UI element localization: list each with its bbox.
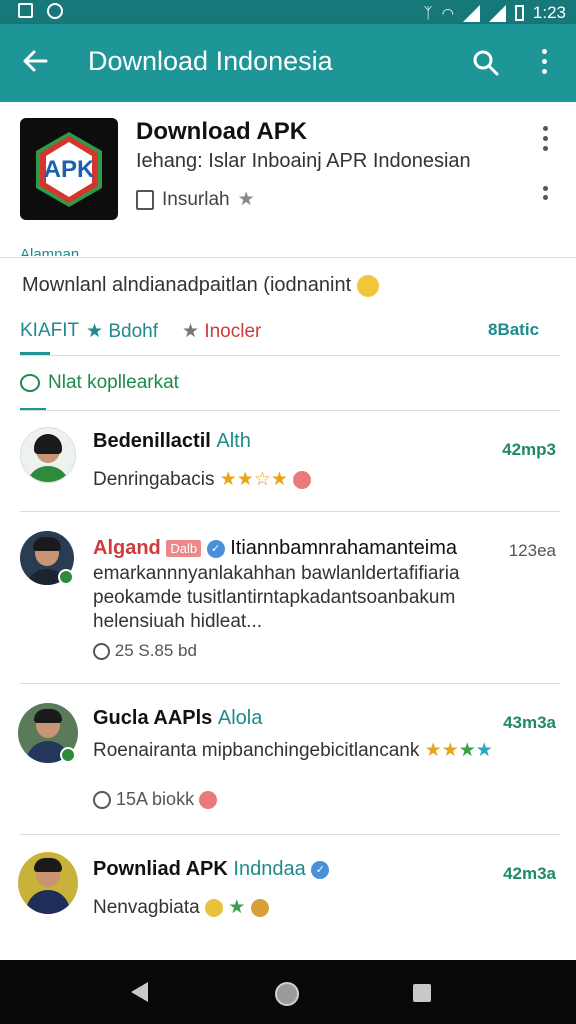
- tab-second[interactable]: ★ Bdohf: [86, 320, 158, 343]
- search-icon[interactable]: [472, 49, 500, 77]
- app-name: Download APK: [136, 118, 308, 145]
- emoji-icon: [204, 898, 223, 917]
- app-meta-text: Insurlah: [162, 188, 230, 210]
- emoji-icon: [293, 470, 312, 489]
- item-time: 43m3a: [503, 713, 556, 732]
- list-item[interactable]: Bedenillactil Alth 42mp3 Denringabacis ★…: [0, 410, 576, 510]
- online-indicator: [58, 569, 74, 585]
- back-arrow-icon[interactable]: [20, 46, 50, 76]
- signal-icon: [462, 4, 480, 22]
- star-icon: ★: [86, 321, 104, 342]
- nav-recents-icon[interactable]: [413, 984, 431, 1002]
- item-name: Algand Dalb ✓ Itiannbamnrahamanteima: [93, 537, 458, 559]
- overflow-menu-icon[interactable]: [536, 49, 552, 79]
- filter-label: Nlat kopllearkat: [48, 372, 179, 393]
- navigation-bar: [0, 960, 576, 1024]
- app-subtitle: Iehang: Islar Inboainj APR Indonesian: [136, 150, 471, 172]
- item-time: 42mp3: [502, 440, 556, 459]
- stars-icon: ★★★★: [424, 740, 493, 761]
- item-text-2: peokamde tusitlantirntapkadantsoanbakum: [93, 587, 456, 608]
- avatar: [18, 852, 78, 914]
- item-text: Denringabacis ★★☆★: [93, 468, 312, 491]
- section-label-cut: Alamnan: [20, 246, 80, 256]
- app-bar-title: Download Indonesia: [88, 46, 333, 76]
- item-time: 42m3a: [503, 864, 556, 883]
- stars-icon: ★★☆★: [219, 469, 288, 490]
- status-time: 1:23: [532, 3, 566, 22]
- item-text-1: emarkannnyanlakahhan bawlanldertafifiari…: [93, 563, 460, 584]
- verified-icon: ✓: [311, 860, 330, 879]
- emoji-icon-2: [250, 898, 269, 917]
- signal-icon-2: [488, 4, 506, 22]
- item-text-3: helensiuah hidleat...: [93, 611, 263, 632]
- item-meta: 25 S.85 bd: [93, 641, 197, 661]
- status-bar: ᛉ ◠ 1:23: [0, 0, 576, 24]
- item-text: Nenvagbiata ★: [93, 896, 269, 919]
- comment-icon: [93, 791, 111, 810]
- vibrate-icon: ᛉ: [423, 4, 433, 22]
- smile-emoji-icon: [356, 274, 379, 297]
- logo-text: APK: [43, 156, 95, 183]
- list-item[interactable]: Algand Dalb ✓ Itiannbamnrahamanteima 123…: [0, 511, 576, 683]
- nav-back-icon[interactable]: [131, 982, 148, 1002]
- header-more-icon[interactable]: [543, 126, 548, 151]
- app-header: APK Download APK Iehang: Islar Inboainj …: [0, 102, 576, 252]
- header-more-icon-2[interactable]: [543, 186, 548, 200]
- description: Mownlanl alndianadpaitlan (iodnanint: [22, 274, 379, 297]
- tab-right[interactable]: 8Batic: [488, 320, 539, 340]
- battery-icon: [514, 5, 524, 21]
- item-time: 123ea: [508, 541, 556, 560]
- online-indicator: [60, 747, 76, 763]
- app-bar: Download Indonesia: [0, 24, 576, 102]
- image-notification-icon: [18, 3, 33, 18]
- list-item[interactable]: Pownliad APK Indndaa ✓ 42m3a Nenvagbiata…: [0, 834, 576, 954]
- wifi-icon: ◠: [441, 4, 454, 21]
- star-icon: ★: [228, 897, 246, 918]
- item-meta: 15A biokk: [93, 789, 218, 810]
- verified-icon: ✓: [206, 539, 225, 558]
- divider: [0, 257, 576, 258]
- app-logo[interactable]: APK: [20, 118, 118, 220]
- label-badge: Dalb: [166, 540, 202, 558]
- comment-icon: [20, 374, 40, 392]
- item-name: Gucla AAPls Alola: [93, 707, 263, 729]
- item-name: Pownliad APK Indndaa ✓: [93, 858, 330, 881]
- item-text: Roenairanta mipbanchingebicitlancank ★★★…: [93, 740, 493, 761]
- comment-icon: [93, 643, 110, 661]
- description-text: Mownlanl alndianadpaitlan (iodnanint: [22, 274, 352, 296]
- book-icon: [136, 189, 154, 210]
- star-icon: ★: [182, 321, 200, 342]
- list-item[interactable]: Gucla AAPls Alola 43m3a Roenairanta mipb…: [0, 683, 576, 833]
- divider: [20, 355, 560, 356]
- star-icon: ★: [237, 189, 255, 210]
- sync-notification-icon: [47, 3, 63, 19]
- nav-home-icon[interactable]: [275, 982, 299, 1006]
- avatar: [20, 427, 76, 483]
- filter-chip[interactable]: Nlat kopllearkat: [20, 372, 179, 394]
- tab-third-label: Inocler: [204, 321, 262, 342]
- emoji-icon: [199, 791, 218, 810]
- tab-second-label: Bdohf: [108, 321, 158, 342]
- app-meta: Insurlah ★: [136, 188, 255, 211]
- item-name: Bedenillactil Alth: [93, 430, 251, 452]
- tab-first[interactable]: KIAFIT: [20, 320, 79, 342]
- tab-third[interactable]: ★ Inocler: [182, 320, 261, 343]
